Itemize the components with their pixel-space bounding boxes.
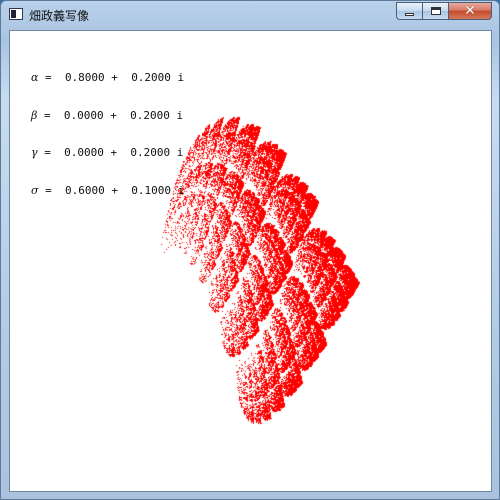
window-title: 畑政義写像 bbox=[29, 7, 89, 24]
caption-buttons: ✕ bbox=[396, 2, 492, 20]
minimize-button[interactable] bbox=[396, 2, 422, 20]
close-icon: ✕ bbox=[464, 4, 476, 18]
parameter-row-gamma: γ = 0.0000 + 0.2000 i bbox=[31, 147, 184, 160]
minimize-icon bbox=[405, 13, 414, 16]
window-icon[interactable] bbox=[9, 8, 23, 20]
app-window: 畑政義写像 ✕ α = 0.8000 + 0.2000 i β = 0.0000… bbox=[0, 0, 500, 500]
parameter-list: α = 0.8000 + 0.2000 i β = 0.0000 + 0.200… bbox=[31, 47, 184, 222]
maximize-button[interactable] bbox=[422, 2, 448, 20]
parameter-row-alpha: α = 0.8000 + 0.2000 i bbox=[31, 72, 184, 85]
close-button[interactable]: ✕ bbox=[448, 2, 492, 20]
title-bar[interactable]: 畑政義写像 ✕ bbox=[1, 1, 499, 29]
maximize-icon bbox=[431, 7, 441, 15]
drawing-area: α = 0.8000 + 0.2000 i β = 0.0000 + 0.200… bbox=[9, 30, 492, 492]
parameter-row-sigma: σ = 0.6000 + 0.1000 i bbox=[31, 185, 184, 198]
parameter-row-beta: β = 0.0000 + 0.2000 i bbox=[31, 110, 184, 123]
